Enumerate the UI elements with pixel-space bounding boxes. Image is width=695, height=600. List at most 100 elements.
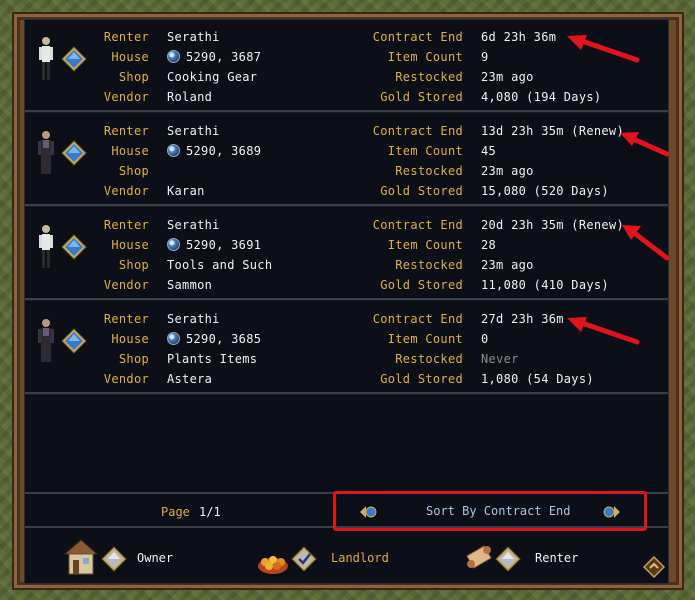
- renter-value: Serathi: [167, 312, 220, 326]
- vendor-figure-icon: [38, 131, 54, 174]
- gold-stored-value: 4,080 (194 Days): [481, 90, 602, 104]
- item-count-value: 9: [481, 50, 489, 64]
- shop-label: Shop: [118, 70, 149, 84]
- blue-gem-icon[interactable]: [61, 46, 87, 72]
- vendor-label: Vendor: [103, 278, 149, 292]
- item-count-label: Item Count: [387, 332, 463, 346]
- blue-gem-icon[interactable]: [61, 234, 87, 260]
- item-count-value: 28: [481, 238, 497, 252]
- red-arrow-icon: [567, 35, 640, 63]
- globe-icon[interactable]: [167, 50, 180, 63]
- item-count-label: Item Count: [387, 50, 463, 64]
- minimize-icon[interactable]: [643, 556, 665, 578]
- contract-end-value[interactable]: 13d 23h 35m (Renew): [481, 124, 624, 138]
- vendor-value: Sammon: [167, 278, 213, 292]
- shop-value: Tools and Such: [167, 258, 273, 272]
- house-label: House: [111, 50, 149, 64]
- filter-bar: Owner Landlord Renter: [25, 532, 668, 584]
- globe-icon[interactable]: [167, 144, 180, 157]
- shop-label: Shop: [118, 258, 149, 272]
- contract-end-label: Contract End: [372, 30, 463, 44]
- renter-filter[interactable]: Renter: [465, 538, 595, 578]
- vendor-value: Karan: [167, 184, 205, 198]
- blue-gem-icon[interactable]: [61, 140, 87, 166]
- contract-end-label: Contract End: [372, 312, 463, 326]
- sort-control: Sort By Contract End: [333, 491, 647, 531]
- restocked-value: Never: [481, 352, 519, 366]
- vendor-list-panel: Renter Serathi House 5290, 3687 Shop Coo…: [24, 19, 669, 584]
- renter-filter-label: Renter: [535, 551, 579, 565]
- house-value: 5290, 3687: [167, 50, 261, 64]
- scroll-icon: [466, 545, 492, 569]
- renter-label: Renter: [103, 312, 149, 326]
- shop-label: Shop: [118, 352, 149, 366]
- house-value: 5290, 3691: [167, 238, 261, 252]
- contract-end-value: 27d 23h 36m: [481, 312, 564, 326]
- item-count-value: 0: [481, 332, 489, 346]
- gold-stored-label: Gold Stored: [380, 372, 463, 386]
- renter-label: Renter: [103, 124, 149, 138]
- page-label: Page: [161, 505, 190, 519]
- owner-label: Owner: [137, 551, 174, 565]
- checked-gem-icon[interactable]: [291, 546, 317, 572]
- vendor-row: Renter Serathi House 5290, 3691 Shop Too…: [25, 208, 669, 300]
- sort-prev-arrow-icon[interactable]: [360, 506, 378, 518]
- renter-value: Serathi: [167, 30, 220, 44]
- silver-gem-icon[interactable]: [495, 546, 521, 572]
- restocked-label: Restocked: [395, 258, 463, 272]
- vendor-label: Vendor: [103, 372, 149, 386]
- house-label: House: [111, 332, 149, 346]
- blue-gem-icon[interactable]: [61, 328, 87, 354]
- item-count-value: 45: [481, 144, 497, 158]
- house-icon: [63, 539, 99, 575]
- gold-stored-value: 15,080 (520 Days): [481, 184, 609, 198]
- vendor-label: Vendor: [103, 90, 149, 104]
- sort-by-label[interactable]: Sort By Contract End: [426, 504, 571, 518]
- landlord-label: Landlord: [331, 551, 389, 565]
- vendor-row: Renter Serathi House 5290, 3685 Shop Pla…: [25, 302, 668, 394]
- renter-value: Serathi: [167, 124, 220, 138]
- owner-filter[interactable]: Owner: [63, 538, 183, 578]
- item-count-label: Item Count: [387, 144, 463, 158]
- restocked-value: 23m ago: [481, 258, 534, 272]
- restocked-label: Restocked: [395, 352, 463, 366]
- globe-icon[interactable]: [167, 238, 180, 251]
- globe-icon[interactable]: [167, 332, 180, 345]
- red-arrow-icon: [622, 225, 669, 261]
- gold-stored-label: Gold Stored: [380, 184, 463, 198]
- sort-next-arrow-icon[interactable]: [602, 506, 620, 518]
- contract-end-label: Contract End: [372, 124, 463, 138]
- house-label: House: [111, 144, 149, 158]
- list-footer: Page 1/1 Sort By Contract End: [25, 491, 668, 531]
- item-count-label: Item Count: [387, 238, 463, 252]
- red-arrow-icon: [620, 132, 669, 157]
- vendor-value: Roland: [167, 90, 213, 104]
- house-label: House: [111, 238, 149, 252]
- shop-value: Cooking Gear: [167, 70, 258, 84]
- landlord-filter[interactable]: Landlord: [257, 538, 389, 578]
- gold-stored-label: Gold Stored: [380, 90, 463, 104]
- restocked-value: 23m ago: [481, 164, 534, 178]
- vendor-label: Vendor: [103, 184, 149, 198]
- house-value: 5290, 3685: [167, 332, 261, 346]
- contract-end-value[interactable]: 20d 23h 35m (Renew): [481, 218, 624, 232]
- vendor-row: Renter Serathi House 5290, 3687 Shop Coo…: [25, 20, 668, 112]
- renter-label: Renter: [103, 30, 149, 44]
- contract-end-value: 6d 23h 36m: [481, 30, 557, 44]
- contract-end-label: Contract End: [372, 218, 463, 232]
- shop-label: Shop: [118, 164, 149, 178]
- vendor-figure-icon: [38, 319, 54, 362]
- vendor-value: Astera: [167, 372, 213, 386]
- vendor-row: Renter Serathi House 5290, 3689 Shop Ven…: [25, 114, 669, 206]
- page-value: 1/1: [199, 505, 221, 519]
- silver-gem-icon[interactable]: [101, 546, 127, 572]
- gold-stored-label: Gold Stored: [380, 278, 463, 292]
- renter-label: Renter: [103, 218, 149, 232]
- renter-value: Serathi: [167, 218, 220, 232]
- red-arrow-icon: [567, 317, 640, 345]
- gold-stored-value: 11,080 (410 Days): [481, 278, 609, 292]
- vendor-figure-icon: [39, 37, 53, 80]
- shop-value: Plants Items: [167, 352, 258, 366]
- restocked-value: 23m ago: [481, 70, 534, 84]
- house-value: 5290, 3689: [167, 144, 261, 158]
